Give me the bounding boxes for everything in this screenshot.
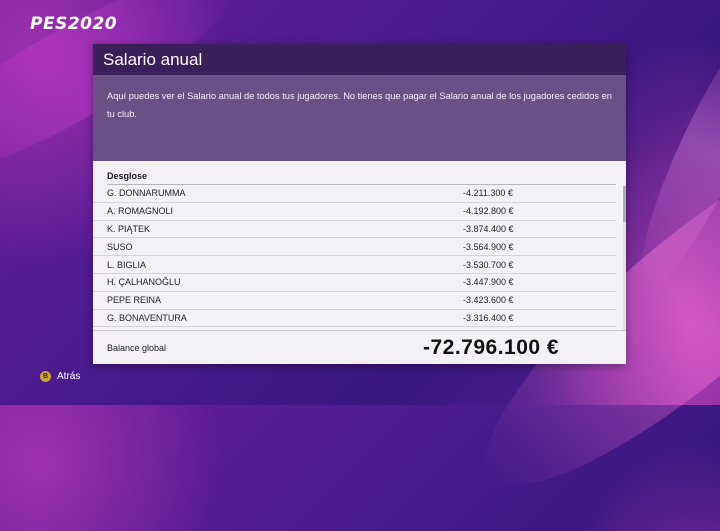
table-row[interactable]: L. BIGLIA -3.530.700 € — [93, 256, 616, 274]
background-streak — [619, 1, 720, 299]
table-row[interactable]: K. PIĄTEK -3.874.400 € — [93, 221, 616, 239]
player-salary: -4.192.800 € — [463, 206, 514, 217]
game-logo: PES2020 — [30, 14, 118, 34]
back-label: Atrás — [57, 371, 81, 382]
player-salary: -3.316.400 € — [463, 312, 514, 323]
breakdown-section: Desglose G. DONNARUMMA -4.211.300 € A. R… — [93, 161, 626, 331]
player-name: A. ROMAGNOLI — [107, 206, 174, 217]
player-salary: -3.447.900 € — [463, 277, 514, 288]
player-name: G. BONAVENTURA — [107, 312, 187, 323]
player-name: PEPE REINA — [107, 295, 162, 306]
back-button[interactable]: B Atrás — [40, 371, 80, 382]
player-name: L. BIGLIA — [107, 259, 147, 270]
annual-salary-panel: Salario anual Aquí puedes ver el Salario… — [93, 44, 626, 364]
total-balance-row: Balance global -72.796.100 € — [93, 330, 626, 365]
player-salary: -4.211.300 € — [463, 188, 513, 199]
player-salary: -3.423.600 € — [463, 295, 514, 306]
player-name: SUSO — [107, 241, 133, 252]
table-row[interactable]: SUSO -3.564.900 € — [93, 238, 616, 257]
player-salary: -3.530.700 € — [463, 259, 514, 270]
panel-title: Salario anual — [93, 44, 626, 75]
salary-list[interactable]: G. DONNARUMMA -4.211.300 € A. ROMAGNOLI … — [93, 185, 616, 328]
table-row[interactable]: H. ÇALHANOĞLU -3.447.900 € — [93, 274, 616, 292]
table-row[interactable]: G. DONNARUMMA -4.211.300 € — [93, 185, 616, 203]
table-row[interactable]: PEPE REINA -3.423.600 € — [93, 292, 616, 310]
table-row[interactable]: A. ROMAGNOLI -4.192.800 € — [93, 203, 616, 221]
panel-description: Aquí puedes ver el Salario anual de todo… — [93, 75, 626, 161]
total-label: Balance global — [107, 343, 167, 353]
scrollbar-thumb[interactable] — [623, 186, 626, 222]
total-value: -72.796.100 € — [423, 336, 560, 359]
player-name: H. ÇALHANOĞLU — [107, 277, 181, 288]
b-button-icon: B — [40, 371, 51, 382]
player-name: K. PIĄTEK — [107, 223, 151, 234]
player-salary: -3.874.400 € — [463, 223, 514, 234]
breakdown-title: Desglose — [107, 171, 616, 185]
player-name: G. DONNARUMMA — [107, 188, 186, 199]
table-row[interactable]: G. BONAVENTURA -3.316.400 € — [93, 310, 616, 328]
player-salary: -3.564.900 € — [463, 241, 514, 252]
list-scrollbar[interactable] — [623, 186, 626, 331]
